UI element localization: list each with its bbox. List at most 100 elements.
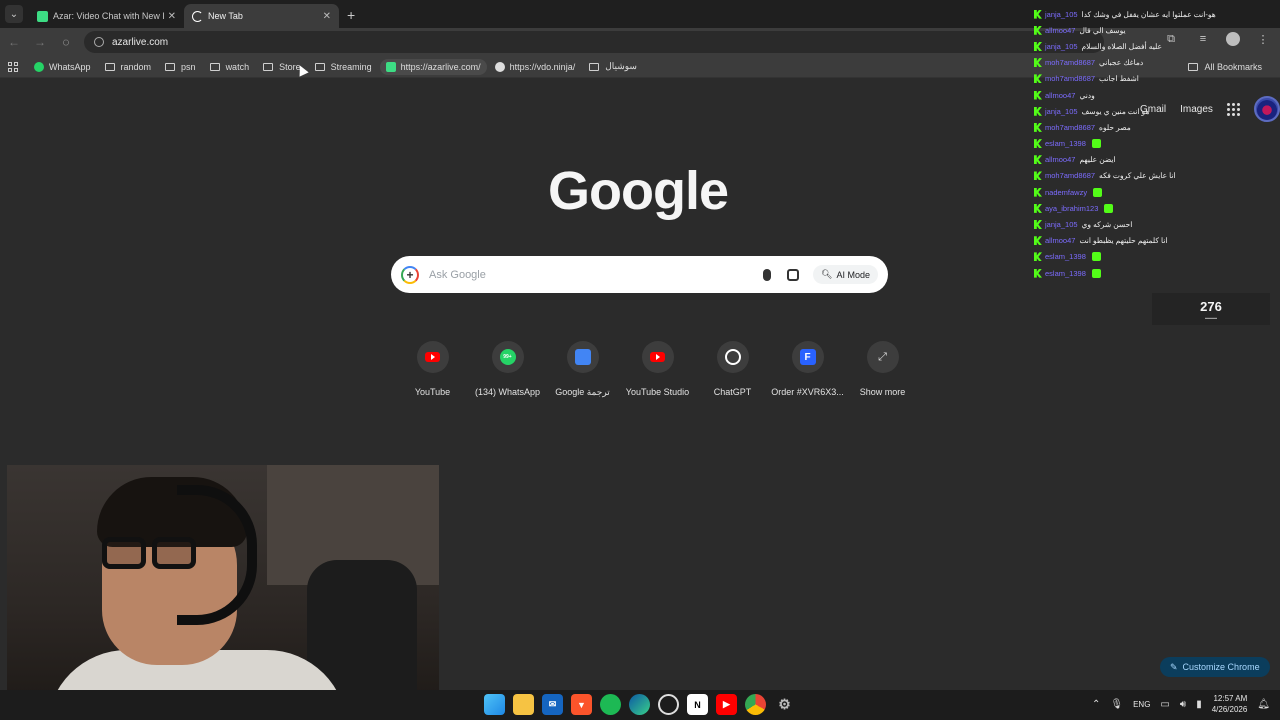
loading-icon — [192, 10, 203, 22]
chat-username: eslam_1398 — [1045, 268, 1086, 278]
windows-icon[interactable] — [484, 694, 505, 715]
kick-icon — [1034, 155, 1042, 165]
microphone-tray-icon[interactable]: 🎙︎ — [1110, 699, 1123, 710]
youtube-app-icon[interactable]: ▶ — [716, 694, 737, 715]
shortcut-youtube-studio[interactable]: YouTube Studio — [620, 341, 695, 398]
clock[interactable]: 12:57 AM 4/26/2026 — [1212, 693, 1248, 715]
battery-icon[interactable]: ▮ — [1196, 699, 1202, 710]
brave-icon[interactable]: ▼ — [571, 694, 592, 715]
notification-bell-icon[interactable]: 🔔︎ — [1257, 699, 1270, 710]
tab-new-tab[interactable]: New Tab ✕ — [184, 4, 339, 28]
search-input[interactable]: Ask Google — [429, 269, 763, 281]
chat-username: aya_ibrahim123 — [1045, 203, 1099, 213]
chevron-up-icon[interactable]: ⌃ — [1092, 699, 1100, 710]
shortcut-chatgpt[interactable]: ChatGPT — [695, 341, 770, 398]
address-bar[interactable]: azarlive.com — [84, 31, 1104, 53]
bookmark-whatsapp[interactable]: WhatsApp — [28, 59, 97, 75]
bookmark-folder-psn[interactable]: psn — [159, 59, 202, 75]
tune-icon[interactable] — [94, 37, 104, 47]
bookmark-label: Streaming — [330, 61, 372, 72]
pencil-icon: ✎ — [1170, 661, 1178, 672]
kick-icon — [1034, 9, 1042, 19]
edge-icon[interactable] — [629, 694, 650, 715]
bookmark-vdo-ninja[interactable]: https://vdo.ninja/ — [489, 59, 582, 75]
new-tab-button[interactable]: + — [347, 7, 355, 23]
azar-icon — [385, 61, 396, 72]
bookmark-label: random — [120, 61, 152, 72]
search-box[interactable]: + Ask Google 🔍︎ AI Mode — [391, 256, 888, 293]
chat-text: اشفط اجانب — [1099, 74, 1139, 84]
chat-username: janja_105 — [1045, 41, 1078, 51]
spotify-icon[interactable] — [600, 694, 621, 715]
chat-text: عليه أفضل الصلاه والسلام — [1081, 41, 1162, 51]
emote-icon — [1093, 187, 1103, 197]
mail-icon[interactable]: ✉ — [542, 694, 563, 715]
volume-icon[interactable]: 🔊︎ — [1180, 699, 1186, 710]
bookmark-folder-random[interactable]: random — [99, 59, 158, 75]
close-icon[interactable]: ✕ — [323, 11, 331, 22]
chat-username: moh7amd8687 — [1045, 171, 1096, 181]
network-icon[interactable]: ▭ — [1160, 699, 1169, 710]
system-tray: ⌃ 🎙︎ ENG ▭ 🔊︎ ▮ 12:57 AM 4/26/2026 🔔︎ — [1092, 693, 1270, 715]
chatgpt-app-icon[interactable] — [658, 694, 679, 715]
microphone-icon[interactable] — [763, 268, 772, 281]
close-icon[interactable]: ✕ — [168, 11, 176, 22]
shortcut-translate[interactable]: Google ترجمة — [545, 341, 620, 398]
chat-text: يوسف الي قال — [1079, 25, 1126, 35]
chat-message: allmoo47 انا كلمتهم حليتهم يظبطو انت — [1034, 233, 1274, 249]
bookmark-label: https://vdo.ninja/ — [509, 61, 576, 72]
kick-icon — [1034, 268, 1042, 278]
language-indicator[interactable]: ENG — [1133, 700, 1150, 709]
back-icon[interactable]: ← — [2, 30, 26, 54]
chat-text: دماغك عجباني — [1099, 58, 1144, 68]
chat-message: eslam_1398 — [1034, 136, 1274, 152]
kick-icon — [1034, 122, 1042, 132]
chat-username: allmoo47 — [1045, 90, 1076, 100]
folder-icon — [589, 62, 600, 71]
kick-icon — [1034, 187, 1042, 197]
tab-azar[interactable]: Azar: Video Chat with New People ✕ — [29, 4, 184, 28]
ai-mode-button[interactable]: 🔍︎ AI Mode — [813, 265, 878, 284]
azar-favicon-icon — [37, 10, 48, 22]
chat-text: مصر حلوه — [1099, 122, 1131, 132]
shortcut-show-more[interactable]: ⤢ Show more — [845, 341, 920, 398]
youtube-icon — [425, 352, 440, 362]
chat-text: هو انت منين ي يوسف — [1081, 106, 1150, 116]
chat-username: moh7amd8687 — [1045, 58, 1096, 68]
bookmark-folder-streaming[interactable]: Streaming — [309, 59, 378, 75]
stop-icon[interactable]: ◌ — [54, 30, 78, 54]
chrome-icon[interactable] — [745, 694, 766, 715]
bookmark-folder-watch[interactable]: watch — [204, 59, 256, 75]
shortcut-youtube[interactable]: YouTube — [395, 341, 470, 398]
chat-username: allmoo47 — [1045, 25, 1076, 35]
bookmark-label: watch — [225, 61, 250, 72]
folder-icon — [165, 62, 176, 71]
forward-icon[interactable]: → — [28, 30, 52, 54]
taskbar-apps: ✉ ▼ N ▶ ⚙ — [484, 694, 795, 715]
chat-message: allmoo47 ودني — [1034, 87, 1274, 103]
tab-search-button[interactable]: ⌄ — [5, 5, 23, 23]
google-logo: Google — [548, 161, 729, 221]
kick-icon — [1034, 171, 1042, 181]
bookmark-folder-social[interactable]: سوشيال — [583, 58, 643, 75]
kick-icon — [1034, 139, 1042, 149]
google-lens-icon[interactable] — [787, 268, 800, 281]
chat-message: moh7amd8687 اشفط اجانب — [1034, 71, 1274, 87]
chat-message: janja_105 عليه أفضل الصلاه والسلام — [1034, 38, 1274, 54]
emote-icon — [1104, 203, 1114, 213]
customize-chrome-button[interactable]: ✎ Customize Chrome — [1160, 657, 1270, 677]
vdo-ninja-icon — [494, 61, 505, 72]
shortcut-order[interactable]: F Order #XVR6X3... — [770, 341, 845, 398]
chat-text: انا عايش علي كروت فكه — [1099, 171, 1176, 181]
settings-icon[interactable]: ⚙ — [774, 694, 795, 715]
chat-message: moh7amd8687 مصر حلوه — [1034, 119, 1274, 135]
plus-icon[interactable]: + — [401, 265, 419, 284]
chat-text: احسن شركه وي — [1081, 220, 1133, 230]
bookmark-azarlive[interactable]: https://azarlive.com/ — [379, 58, 487, 75]
notion-icon[interactable]: N — [687, 694, 708, 715]
file-explorer-icon[interactable] — [513, 694, 534, 715]
taskbar: ✉ ▼ N ▶ ⚙ ⌃ 🎙︎ ENG ▭ 🔊︎ ▮ 12:57 AM 4/26/… — [0, 690, 1280, 720]
shortcut-whatsapp[interactable]: 99+ (134) WhatsApp — [470, 341, 545, 398]
apps-icon[interactable] — [8, 61, 18, 72]
chat-username: allmoo47 — [1045, 236, 1076, 246]
